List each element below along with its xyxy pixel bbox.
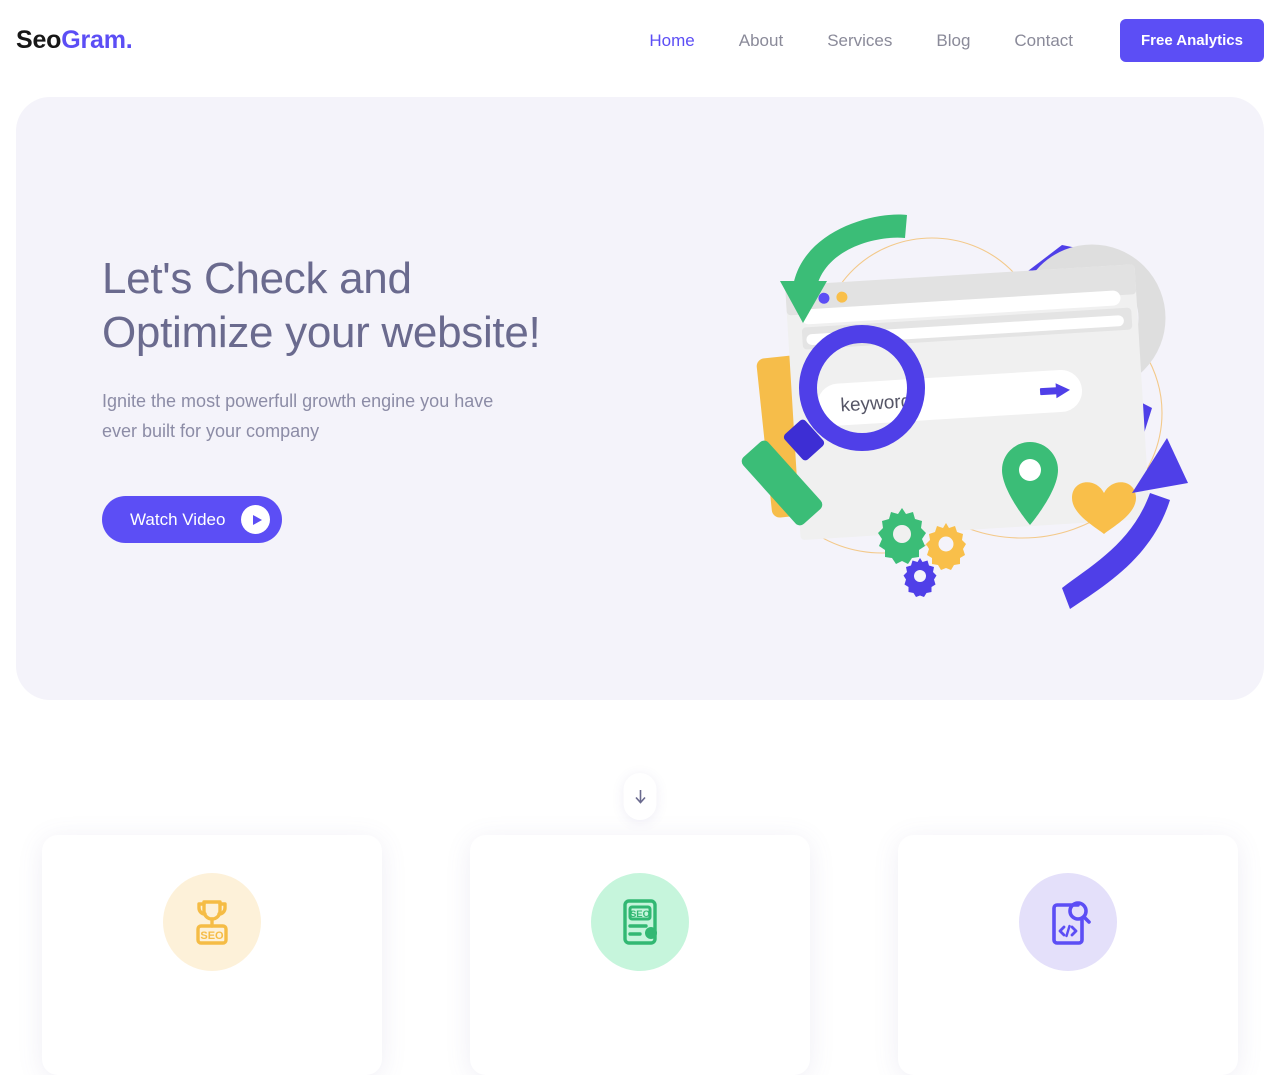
nav-item-services[interactable]: Services [805, 21, 914, 61]
seo-report-icon: SEO [623, 899, 657, 945]
feature-cards-row: SEO SEO [0, 835, 1280, 1075]
logo-text-primary: Seo [16, 26, 62, 54]
scroll-down-button[interactable] [623, 773, 657, 820]
code-audit-icon [1052, 901, 1091, 945]
feature-card-seo-report[interactable]: SEO [470, 835, 810, 1075]
watch-video-label: Watch Video [130, 509, 226, 529]
hero-section: Let's Check and Optimize your website! I… [16, 97, 1264, 700]
arrow-down-icon [634, 789, 646, 804]
main-navigation: Home About Services Blog Contact Free An… [627, 19, 1264, 62]
svg-text:SEO: SEO [630, 909, 650, 920]
feature-card-icon-bg: SEO [163, 873, 261, 971]
nav-item-blog[interactable]: Blog [914, 21, 992, 61]
hero-subtitle: Ignite the most powerfull growth engine … [102, 391, 494, 441]
hero-illustration: keyword [732, 193, 1212, 623]
feature-card-seo-ranking[interactable]: SEO [42, 835, 382, 1075]
nav-item-contact[interactable]: Contact [992, 21, 1095, 61]
play-icon [241, 505, 271, 534]
feature-card-code-audit[interactable] [898, 835, 1238, 1075]
gear-purple-icon [903, 558, 937, 597]
nav-item-home[interactable]: Home [627, 21, 716, 61]
watch-video-button[interactable]: Watch Video [102, 496, 283, 543]
nav-item-about[interactable]: About [717, 21, 805, 61]
hero-wrapper: Let's Check and Optimize your website! I… [0, 97, 1280, 820]
free-analytics-button[interactable]: Free Analytics [1120, 19, 1264, 62]
site-header: SeoGram. Home About Services Blog Contac… [0, 0, 1280, 81]
trophy-seo-icon: SEO [196, 900, 228, 945]
logo[interactable]: SeoGram. [16, 26, 133, 55]
hero-copy: Let's Check and Optimize your website! I… [102, 252, 662, 543]
feature-card-icon-bg [1019, 873, 1117, 971]
logo-text-accent: Gram. [61, 26, 133, 54]
hero-title: Let's Check and Optimize your website! [102, 254, 541, 357]
feature-card-icon-bg: SEO [591, 873, 689, 971]
svg-text:SEO: SEO [200, 930, 224, 942]
